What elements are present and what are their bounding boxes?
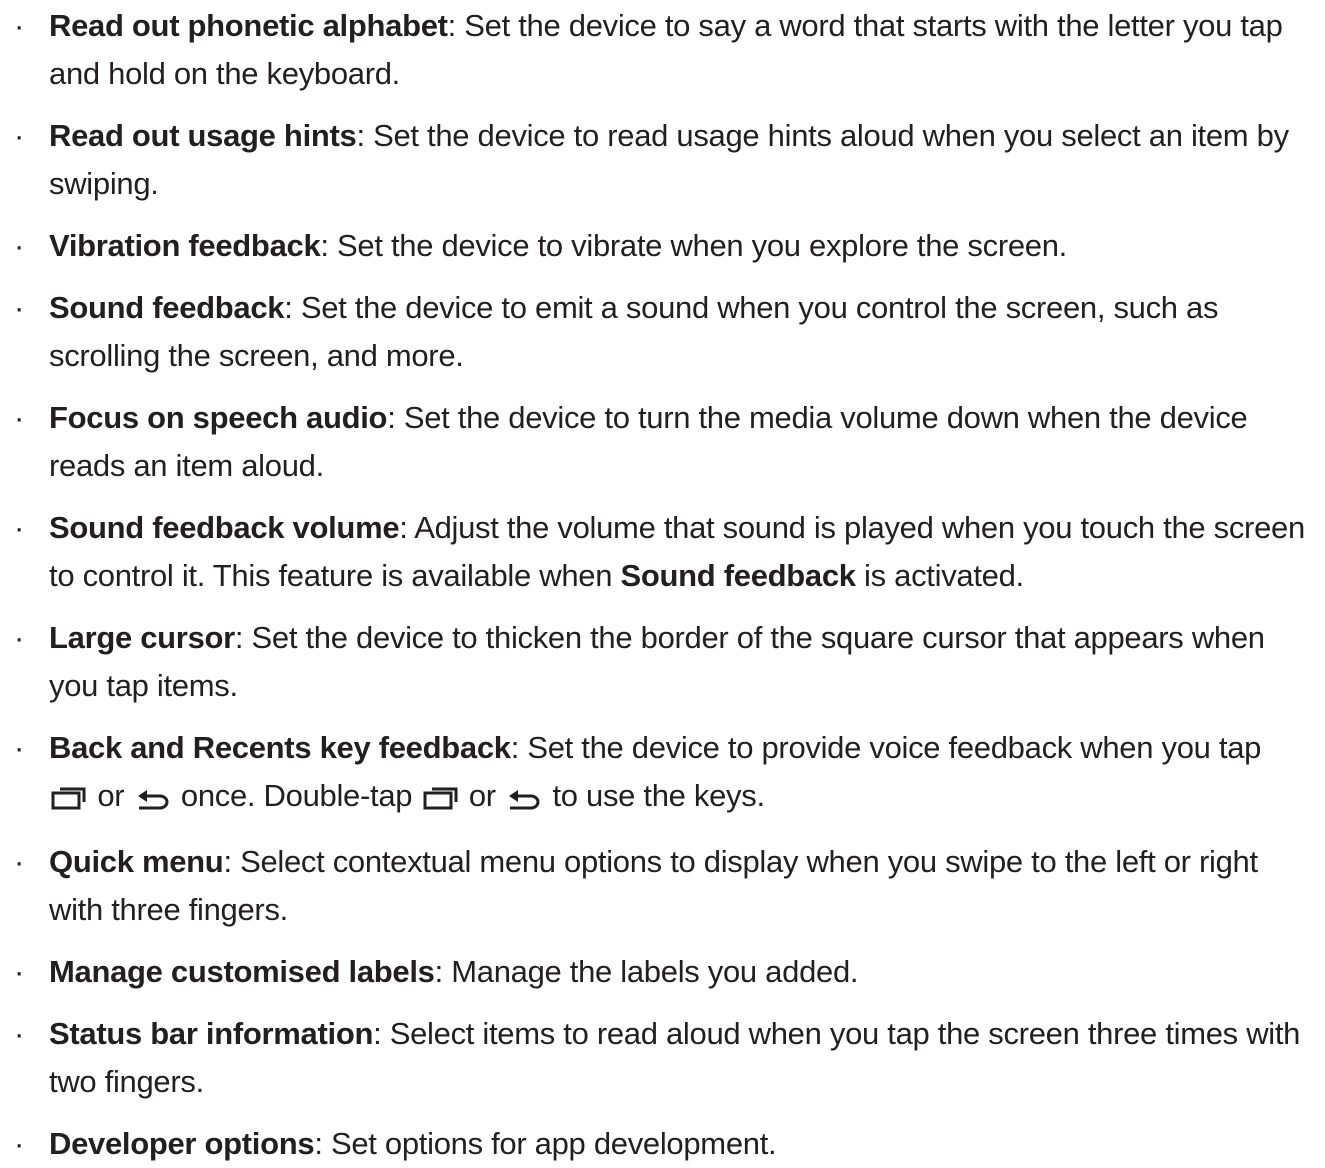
list-item: · Back and Recents key feedback: Set the… bbox=[0, 724, 1325, 824]
item-term: Read out phonetic alphabet bbox=[49, 8, 448, 43]
recents-key-icon bbox=[51, 776, 87, 824]
item-description: : Set the device to vibrate when you exp… bbox=[320, 228, 1067, 263]
item-term: Vibration feedback bbox=[49, 228, 321, 263]
bullet: · bbox=[14, 400, 25, 435]
text-once: once. Double-tap bbox=[172, 778, 421, 813]
list-item: · Sound feedback volume: Adjust the volu… bbox=[0, 504, 1325, 600]
list-item: · Large cursor: Set the device to thicke… bbox=[0, 614, 1325, 710]
bullet: · bbox=[14, 1016, 25, 1051]
item-description-end: is activated. bbox=[855, 558, 1024, 593]
bullet: · bbox=[14, 1126, 25, 1161]
list-item: · Quick menu: Select contextual menu opt… bbox=[0, 838, 1325, 934]
list-item: · Vibration feedback: Set the device to … bbox=[0, 222, 1325, 270]
item-term: Developer options bbox=[49, 1126, 315, 1161]
back-key-icon bbox=[135, 776, 171, 824]
list-item: · Read out usage hints: Set the device t… bbox=[0, 112, 1325, 208]
bullet: · bbox=[14, 620, 25, 655]
item-term: Sound feedback bbox=[49, 290, 285, 325]
text-use-keys: to use the keys. bbox=[544, 778, 765, 813]
bullet: · bbox=[14, 228, 25, 263]
item-description: : Select contextual menu options to disp… bbox=[49, 844, 1258, 927]
list-item: · Manage customised labels: Manage the l… bbox=[0, 948, 1325, 996]
inline-term: Sound feedback bbox=[620, 558, 857, 593]
item-description: : Manage the labels you added. bbox=[434, 954, 859, 989]
item-term: Focus on speech audio bbox=[49, 400, 388, 435]
list-item: · Read out phonetic alphabet: Set the de… bbox=[0, 2, 1325, 98]
text-or: or bbox=[89, 778, 133, 813]
document-page: · Read out phonetic alphabet : Set the de… bbox=[0, 2, 1325, 1168]
list-item: · Focus on speech audio: Set the device … bbox=[0, 394, 1325, 490]
item-term: Quick menu bbox=[49, 844, 224, 879]
item-term: Manage customised labels bbox=[49, 954, 435, 989]
item-term: Status bar information bbox=[49, 1016, 374, 1051]
bullet: · bbox=[14, 118, 25, 153]
list-item: · Sound feedback: Set the device to emit… bbox=[0, 284, 1325, 380]
bullet: · bbox=[14, 844, 25, 879]
settings-bullet-list: · Read out phonetic alphabet : Set the de… bbox=[0, 2, 1325, 1168]
item-description: : Set the device to provide voice feedba… bbox=[510, 730, 1262, 765]
list-item: · Status bar information: Select items t… bbox=[0, 1010, 1325, 1106]
item-term: Read out usage hints bbox=[49, 118, 357, 153]
item-term: Sound feedback volume bbox=[49, 510, 400, 545]
item-description: : Set options for app development. bbox=[314, 1126, 777, 1161]
recents-key-icon bbox=[423, 776, 459, 824]
bullet: · bbox=[14, 730, 25, 765]
list-item: · Developer options: Set options for app… bbox=[0, 1120, 1325, 1168]
item-term: Large cursor bbox=[49, 620, 235, 655]
bullet: · bbox=[14, 8, 25, 43]
bullet: · bbox=[14, 954, 25, 989]
bullet: · bbox=[14, 290, 25, 325]
back-key-icon bbox=[506, 776, 542, 824]
bullet: · bbox=[14, 510, 25, 545]
text-or: or bbox=[460, 778, 505, 813]
item-term: Back and Recents key feedback bbox=[49, 730, 511, 765]
